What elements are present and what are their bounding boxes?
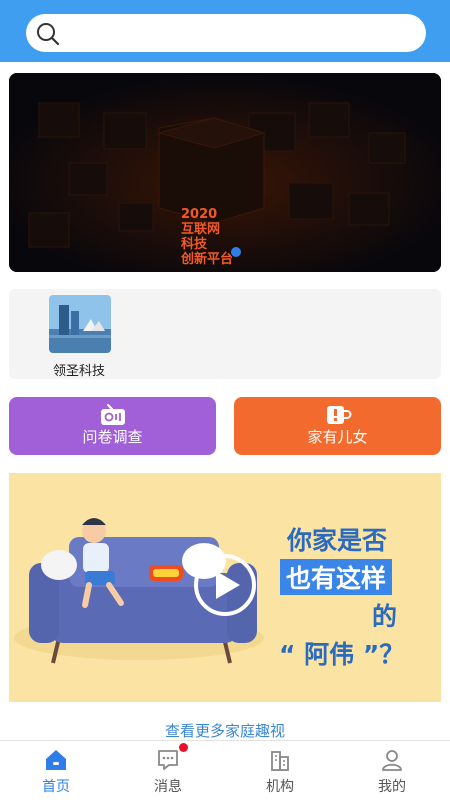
- tab-home[interactable]: 首页: [0, 741, 112, 800]
- org-thumbnail: [49, 295, 111, 353]
- video-title-line-3: 的: [372, 602, 398, 631]
- family-label: 家有儿女: [307, 428, 368, 446]
- survey-button[interactable]: 问卷调查: [9, 397, 216, 455]
- tab-messages-label: 消息: [154, 779, 182, 795]
- search-icon: [37, 23, 60, 46]
- search-bar[interactable]: [26, 14, 426, 52]
- home-icon: [46, 750, 66, 770]
- organization-list: 领圣科技: [9, 289, 441, 379]
- org-label: 领圣科技: [52, 364, 105, 379]
- cup-icon: [326, 406, 351, 424]
- tab-home-label: 首页: [42, 779, 70, 795]
- tab-messages[interactable]: 消息: [112, 741, 224, 800]
- video-title-line-4: “ 阿伟 ”？: [279, 640, 405, 669]
- bottom-tab-bar: 首页 消息 机构 我的: [0, 740, 450, 800]
- banner-carousel[interactable]: 2020 互联网 科技 创新平台: [9, 73, 441, 272]
- banner-headline: 2020 互联网 科技 创新平台: [181, 207, 234, 267]
- radio-icon: [100, 404, 125, 425]
- family-button[interactable]: 家有儿女: [234, 397, 441, 455]
- video-title-line-1: 你家是否: [287, 526, 388, 555]
- video-title-line-2: 也有这样: [280, 559, 393, 595]
- tab-organizations[interactable]: 机构: [224, 741, 336, 800]
- search-input[interactable]: [70, 20, 410, 46]
- carousel-indicator-dot[interactable]: [231, 247, 241, 257]
- tab-organizations-label: 机构: [266, 779, 294, 795]
- org-item[interactable]: 领圣科技: [49, 295, 113, 379]
- more-videos-link[interactable]: 查看更多家庭趣视: [0, 720, 450, 741]
- message-icon: [158, 750, 178, 770]
- tab-profile[interactable]: 我的: [336, 741, 448, 800]
- user-icon: [382, 750, 402, 771]
- unread-badge: [179, 743, 188, 752]
- building-icon: [271, 751, 289, 771]
- survey-label: 问卷调查: [82, 428, 143, 446]
- top-bar: [0, 0, 450, 62]
- video-card[interactable]: 你家是否 也有这样 的 “ 阿伟 ”？: [9, 473, 441, 702]
- tab-profile-label: 我的: [378, 779, 406, 795]
